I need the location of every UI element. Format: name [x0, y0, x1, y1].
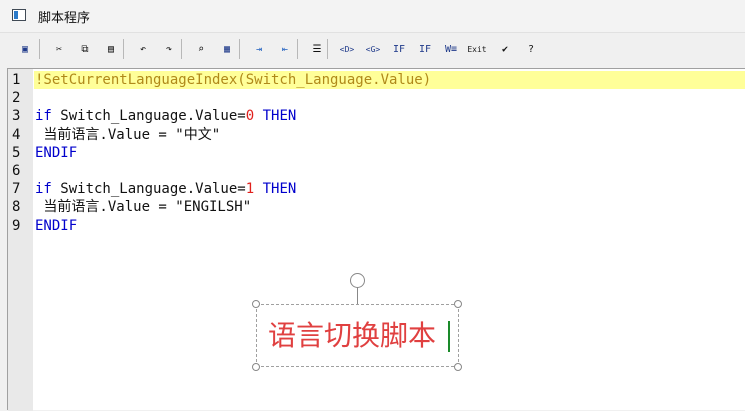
- code-token: 0: [245, 108, 255, 125]
- if-icon[interactable]: IF: [388, 38, 410, 60]
- save-icon[interactable]: ▣: [14, 38, 36, 60]
- code-token: ENDIF: [35, 217, 78, 234]
- resize-handle-top-left[interactable]: [252, 300, 260, 308]
- while-icon[interactable]: W≡: [440, 38, 462, 60]
- line-number: 8: [12, 199, 21, 216]
- help-icon[interactable]: ?: [520, 38, 542, 60]
- check-icon[interactable]: ✔: [494, 38, 516, 60]
- resize-handle-top-right[interactable]: [454, 300, 462, 308]
- toolbar-separator: [181, 39, 182, 59]
- code-token: THEN: [262, 108, 297, 125]
- code-line[interactable]: 4 当前语言.Value = "中文": [8, 126, 745, 144]
- copy-icon[interactable]: ⧉: [74, 38, 96, 60]
- code-text: ENDIF: [34, 144, 745, 162]
- code-token: 当前语言.Value = "ENGILSH": [35, 199, 252, 216]
- code-text: if Switch_Language.Value=1 THEN: [34, 180, 745, 198]
- rotate-handle[interactable]: [350, 273, 365, 288]
- text-cursor: [448, 321, 450, 352]
- line-number: 5: [12, 144, 21, 161]
- code-token: Switch_Language.Value=: [51, 108, 246, 125]
- insert-d-icon[interactable]: <D>: [336, 38, 358, 60]
- rotate-handle-stem: [357, 287, 358, 304]
- cut-icon[interactable]: ✂: [48, 38, 70, 60]
- redo-icon[interactable]: ↷: [158, 38, 180, 60]
- code-token: ENDIF: [35, 144, 78, 161]
- code-text: 当前语言.Value = "ENGILSH": [34, 198, 745, 216]
- code-token: if: [35, 108, 52, 125]
- comment-icon[interactable]: ☰: [306, 38, 328, 60]
- code-line[interactable]: 8 当前语言.Value = "ENGILSH": [8, 198, 745, 216]
- code-line[interactable]: 2: [8, 89, 745, 107]
- title-bar: 脚本程序: [0, 0, 745, 33]
- widget-text[interactable]: 语言切换脚本: [268, 318, 436, 354]
- insert-g-icon[interactable]: <G>: [362, 38, 384, 60]
- code-line[interactable]: 7 if Switch_Language.Value=1 THEN: [8, 180, 745, 198]
- resize-handle-bottom-right[interactable]: [454, 363, 462, 371]
- code-token: 当前语言.Value = "中文": [35, 126, 221, 143]
- toolbar-separator: [239, 39, 240, 59]
- code-token: !SetCurrentLanguageIndex(Switch_Language…: [35, 72, 432, 88]
- undo-icon[interactable]: ↶: [132, 38, 154, 60]
- line-number: 9: [12, 217, 21, 234]
- export-icon[interactable]: ⇤: [274, 38, 296, 60]
- exit-icon[interactable]: Exit: [466, 38, 488, 60]
- toolbar: ▣ ✂ ⧉ ▤ ↶ ↷ ⌕ ▦ ⇥ ⇤ ☰ <D> <G> IF IF W≡ Exit ✔?: [0, 33, 745, 67]
- if-else-icon[interactable]: IF: [414, 38, 436, 60]
- code-text: !SetCurrentLanguageIndex(Switch_Language…: [34, 71, 745, 89]
- line-number: 7: [12, 181, 21, 198]
- line-number: 4: [12, 126, 21, 143]
- toolbar-separator: [297, 39, 298, 59]
- paste-icon[interactable]: ▤: [100, 38, 122, 60]
- import-icon[interactable]: ⇥: [248, 38, 270, 60]
- code-text: if Switch_Language.Value=0 THEN: [34, 107, 745, 125]
- code-line[interactable]: 3 if Switch_Language.Value=0 THEN: [8, 107, 745, 125]
- code-line[interactable]: 6: [8, 162, 745, 180]
- code-text: 当前语言.Value = "中文": [34, 126, 745, 144]
- resize-handle-bottom-left[interactable]: [252, 363, 260, 371]
- line-number: 6: [12, 163, 21, 179]
- code-token: 1: [245, 181, 255, 198]
- find-icon[interactable]: ⌕: [190, 38, 212, 60]
- code-token: THEN: [262, 181, 297, 198]
- app-window-icon: [12, 9, 26, 21]
- toolbar-separator: [39, 39, 40, 59]
- replace-icon[interactable]: ▦: [216, 38, 238, 60]
- line-number: 2: [12, 90, 21, 107]
- code-line[interactable]: 1 !SetCurrentLanguageIndex(Switch_Languag…: [8, 71, 745, 89]
- line-number: 1: [12, 72, 21, 88]
- window-title: 脚本程序: [38, 11, 91, 26]
- code-token: if: [35, 181, 52, 198]
- toolbar-separator: [327, 39, 328, 59]
- toolbar-separator: [123, 39, 124, 59]
- line-number: 3: [12, 108, 21, 125]
- code-line[interactable]: 9 ENDIF: [8, 217, 745, 235]
- code-text: ENDIF: [34, 217, 745, 235]
- code-token: Switch_Language.Value=: [51, 181, 246, 198]
- code-line[interactable]: 5 ENDIF: [8, 144, 745, 162]
